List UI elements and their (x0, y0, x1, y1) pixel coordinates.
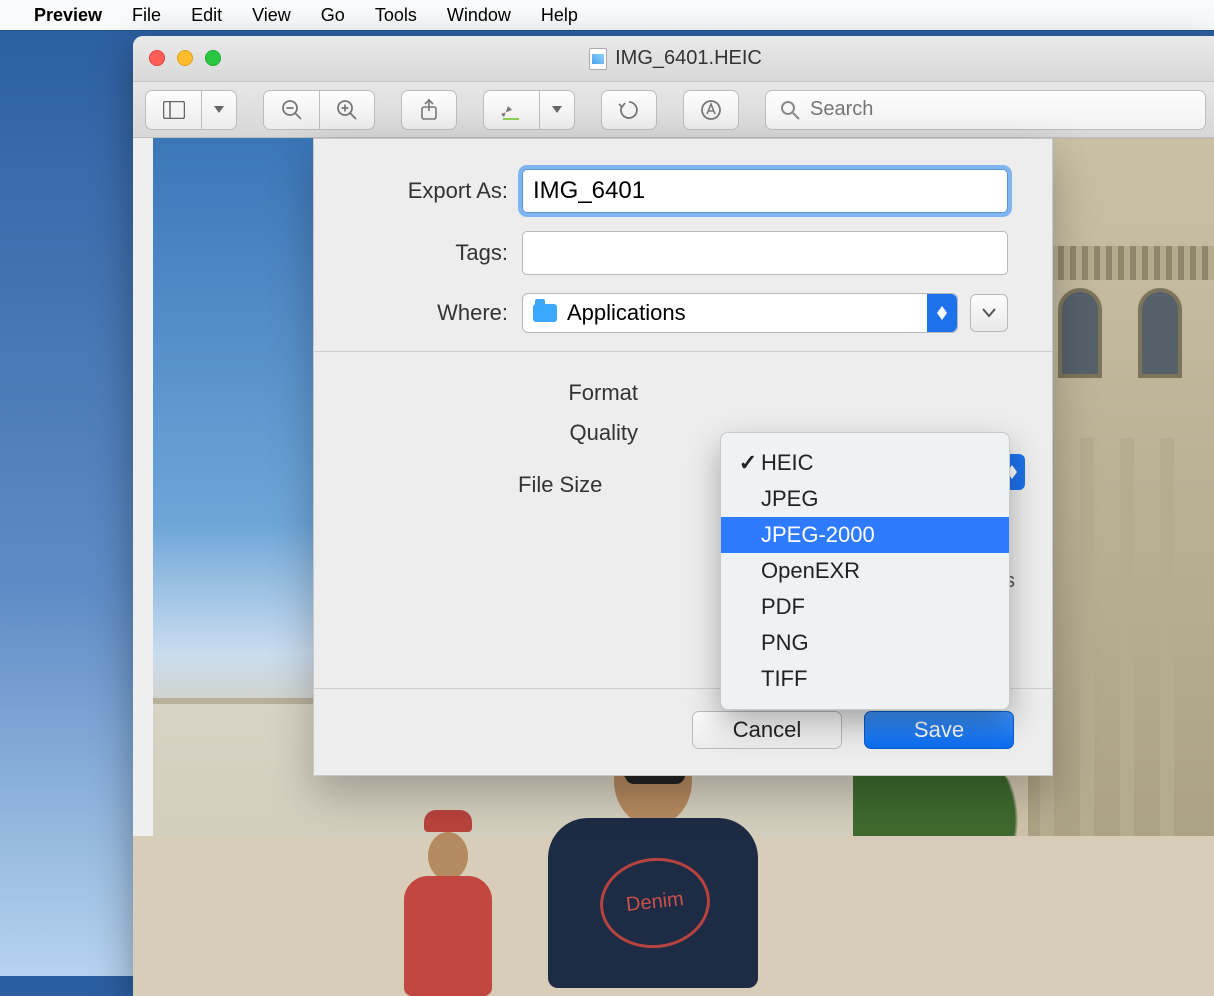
format-option-label: PDF (761, 594, 805, 620)
select-arrows-icon (927, 294, 957, 332)
sidebar-view-group (145, 90, 237, 130)
menu-view[interactable]: View (252, 5, 291, 26)
where-label: Where: (358, 300, 508, 326)
format-option-tiff[interactable]: TIFF (721, 661, 1009, 697)
window-traffic-lights (149, 50, 221, 66)
window-close-button[interactable] (149, 50, 165, 66)
format-label: Format (518, 380, 638, 406)
preview-toolbar (133, 82, 1214, 138)
where-value: Applications (567, 300, 686, 326)
menu-help[interactable]: Help (541, 5, 578, 26)
menu-window[interactable]: Window (447, 5, 511, 26)
window-title-text: IMG_6401.HEIC (615, 47, 762, 70)
where-expand-button[interactable] (970, 294, 1008, 332)
menu-file[interactable]: File (132, 5, 161, 26)
preview-window: IMG_6401.HEIC (133, 36, 1214, 996)
menu-tools[interactable]: Tools (375, 5, 417, 26)
window-title: IMG_6401.HEIC (589, 47, 762, 70)
search-icon (780, 100, 800, 120)
format-option-heic[interactable]: ✓ HEIC (721, 445, 1009, 481)
zoom-in-button[interactable] (319, 90, 375, 130)
format-dropdown[interactable]: ✓ HEIC JPEG JPEG-2000 OpenEXR PDF PNG TI… (720, 432, 1010, 710)
format-option-openexr[interactable]: OpenEXR (721, 553, 1009, 589)
markup-toolbar-button[interactable] (683, 90, 739, 130)
format-option-label: JPEG-2000 (761, 522, 875, 548)
menu-go[interactable]: Go (321, 5, 345, 26)
checkmark-icon: ✓ (735, 450, 761, 476)
markup-highlight-group (483, 90, 575, 130)
format-option-label: HEIC (761, 450, 814, 476)
format-option-label: OpenEXR (761, 558, 860, 584)
tags-input[interactable] (522, 231, 1008, 275)
save-button[interactable]: Save (864, 711, 1014, 749)
format-option-jpeg2000[interactable]: JPEG-2000 (721, 517, 1009, 553)
menubar-app-name[interactable]: Preview (34, 5, 102, 26)
sidebar-view-menu-button[interactable] (201, 90, 237, 130)
window-minimize-button[interactable] (177, 50, 193, 66)
toolbar-search-input[interactable] (810, 98, 1191, 121)
sidebar-toggle-button[interactable] (145, 90, 201, 130)
folder-icon (533, 304, 557, 322)
cancel-button[interactable]: Cancel (692, 711, 842, 749)
format-option-label: TIFF (761, 666, 807, 692)
share-button[interactable] (401, 90, 457, 130)
format-option-pdf[interactable]: PDF (721, 589, 1009, 625)
highlight-menu-button[interactable] (539, 90, 575, 130)
format-option-label: PNG (761, 630, 809, 656)
format-option-png[interactable]: PNG (721, 625, 1009, 661)
format-option-label: JPEG (761, 486, 818, 512)
tags-label: Tags: (358, 240, 508, 266)
sheet-divider-top (314, 351, 1052, 352)
filesize-label: File Size (518, 472, 602, 498)
photo-person-background (393, 816, 503, 996)
format-option-jpeg[interactable]: JPEG (721, 481, 1009, 517)
where-select[interactable]: Applications (522, 293, 958, 333)
window-titlebar[interactable]: IMG_6401.HEIC (133, 36, 1214, 82)
toolbar-search[interactable] (765, 90, 1206, 130)
menu-edit[interactable]: Edit (191, 5, 222, 26)
zoom-out-button[interactable] (263, 90, 319, 130)
window-zoom-button[interactable] (205, 50, 221, 66)
document-file-icon (589, 48, 607, 70)
rotate-button[interactable] (601, 90, 657, 130)
svg-text:Denim: Denim (625, 888, 685, 916)
zoom-group (263, 90, 375, 130)
macos-menubar: Preview File Edit View Go Tools Window H… (0, 0, 1214, 30)
highlight-button[interactable] (483, 90, 539, 130)
export-as-label: Export As: (358, 178, 508, 204)
quality-label: Quality (518, 420, 638, 446)
export-as-input[interactable] (522, 169, 1008, 213)
chevron-down-icon (982, 308, 996, 318)
